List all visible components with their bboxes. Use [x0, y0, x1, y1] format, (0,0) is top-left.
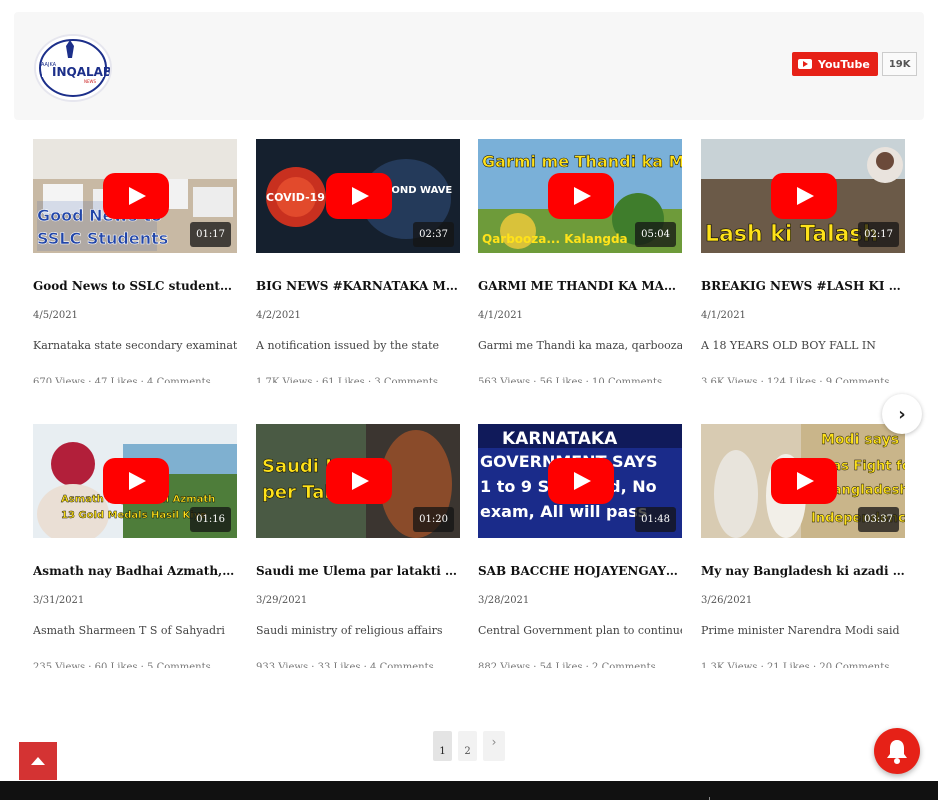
video-card[interactable]: Saudi Ulma per Talwar 01:20 Saudi me Ule…	[256, 424, 460, 684]
svg-text:exam, All will pass: exam, All will pass	[480, 502, 647, 521]
pagination: 1 2 ›	[433, 731, 505, 761]
video-card[interactable]: Modi says I was Fight for Bangladesh Ind…	[701, 424, 905, 684]
video-date: 4/2/2021	[256, 310, 301, 321]
page-1-button[interactable]: 1	[433, 731, 452, 761]
svg-text:NEWS: NEWS	[84, 79, 96, 84]
video-card[interactable]: COVID-19 SECOND WAVE 02:37 BIG NEWS #KAR…	[256, 139, 460, 399]
scroll-to-top-button[interactable]	[19, 742, 57, 780]
video-title[interactable]: Asmath nay Badhai Azmath, H…	[33, 564, 237, 578]
svg-text:KARNATAKA: KARNATAKA	[502, 429, 618, 449]
youtube-icon	[798, 59, 812, 69]
video-date: 4/1/2021	[478, 310, 523, 321]
video-title[interactable]: BIG NEWS #KARNATAKA M…	[256, 279, 460, 293]
notification-bell-button[interactable]	[874, 728, 920, 774]
video-thumbnail[interactable]: Asmath nay badhai Azmath 13 Gold Medals …	[33, 424, 237, 538]
video-description: Garmi me Thandi ka maza, qarbooza	[478, 339, 682, 352]
video-stats: 882 Views · 54 Likes · 2 Comments	[478, 662, 656, 668]
video-stats: 3.6K Views · 124 Likes · 9 Comments	[701, 377, 890, 383]
video-thumbnail[interactable]: Garmi me Thandi ka Maza Qarbooza... Kala…	[478, 139, 682, 253]
play-icon[interactable]	[326, 458, 392, 504]
video-card[interactable]: Garmi me Thandi ka Maza Qarbooza... Kala…	[478, 139, 682, 399]
video-card[interactable]: Lash ki Talash 02:17 BREAKIG NEWS #LASH …	[701, 139, 905, 399]
page-footer	[0, 781, 938, 800]
video-title[interactable]: SAB BACCHE HOJAYENGAY…	[478, 564, 682, 578]
video-stats: 235 Views · 60 Likes · 5 Comments	[33, 662, 211, 668]
video-date: 4/5/2021	[33, 310, 78, 321]
svg-text:SSLC Students: SSLC Students	[37, 229, 168, 248]
video-thumbnail[interactable]: KARNATAKA GOVERNMENT SAYS 1 to 9 Standar…	[478, 424, 682, 538]
video-description: Prime minister Narendra Modi said	[701, 624, 900, 637]
video-stats: 670 Views · 47 Likes · 4 Comments	[33, 377, 211, 383]
video-date: 3/28/2021	[478, 595, 530, 606]
video-thumbnail[interactable]: Lash ki Talash 02:17	[701, 139, 905, 253]
video-stats: 563 Views · 56 Likes · 10 Comments	[478, 377, 663, 383]
video-duration: 01:16	[190, 507, 231, 532]
video-title[interactable]: My nay Bangladesh ki azadi m…	[701, 564, 905, 578]
logo-text: INQALAB	[52, 65, 110, 79]
video-date: 3/26/2021	[701, 595, 753, 606]
video-date: 3/29/2021	[256, 595, 308, 606]
video-stats: 1.3K Views · 21 Likes · 20 Comments	[701, 662, 890, 668]
video-title[interactable]: BREAKIG NEWS #LASH KI T…	[701, 279, 905, 293]
channel-header: AAJKA INQALAB NEWS YouTube 19K	[14, 12, 924, 120]
svg-text:Modi says: Modi says	[821, 432, 899, 448]
video-date: 3/31/2021	[33, 595, 85, 606]
play-icon[interactable]	[103, 173, 169, 219]
video-description: Saudi ministry of religious affairs	[256, 624, 443, 637]
video-stats: 933 Views · 33 Likes · 4 Comments	[256, 662, 434, 668]
video-duration: 02:17	[858, 222, 899, 247]
video-duration: 02:37	[413, 222, 454, 247]
youtube-label: YouTube	[818, 57, 870, 71]
video-duration: 01:17	[190, 222, 231, 247]
bell-icon	[887, 740, 907, 764]
video-card[interactable]: KARNATAKA GOVERNMENT SAYS 1 to 9 Standar…	[478, 424, 682, 684]
video-card[interactable]: Good News to SSLC Students 01:17 Good Ne…	[33, 139, 237, 399]
svg-text:COVID-19: COVID-19	[266, 191, 325, 204]
video-date: 4/1/2021	[701, 310, 746, 321]
play-icon[interactable]	[103, 458, 169, 504]
video-thumbnail[interactable]: COVID-19 SECOND WAVE 02:37	[256, 139, 460, 253]
video-description: A 18 YEARS OLD BOY FALL IN	[701, 339, 876, 352]
video-title[interactable]: Saudi me Ulema par latakti Tal…	[256, 564, 460, 578]
video-thumbnail[interactable]: Modi says I was Fight for Bangladesh Ind…	[701, 424, 905, 538]
subscriber-count: 19K	[881, 52, 918, 76]
video-card[interactable]: Asmath nay badhai Azmath 13 Gold Medals …	[33, 424, 237, 684]
page-2-button[interactable]: 2	[458, 731, 477, 761]
next-page-button[interactable]: ›	[483, 731, 505, 761]
youtube-subscribe-button[interactable]: YouTube	[792, 52, 878, 76]
video-title[interactable]: GARMI ME THANDI KA MA…	[478, 279, 682, 293]
video-thumbnail[interactable]: Saudi Ulma per Talwar 01:20	[256, 424, 460, 538]
play-icon[interactable]	[771, 173, 837, 219]
video-duration: 05:04	[635, 222, 676, 247]
video-duration: 03:37	[858, 507, 899, 532]
video-description: Asmath Sharmeen T S of Sahyadri	[33, 624, 225, 637]
video-duration: 01:20	[413, 507, 454, 532]
video-thumbnail[interactable]: Good News to SSLC Students 01:17	[33, 139, 237, 253]
play-icon[interactable]	[771, 458, 837, 504]
youtube-subscribe[interactable]: YouTube 19K	[792, 52, 918, 76]
svg-text:Qarbooza... Kalangda: Qarbooza... Kalangda	[482, 232, 628, 246]
svg-text:Lash ki Talash: Lash ki Talash	[705, 222, 878, 247]
play-icon[interactable]	[548, 173, 614, 219]
video-description: A notification issued by the state	[256, 339, 440, 352]
channel-logo[interactable]: AAJKA INQALAB NEWS	[34, 34, 112, 102]
video-description: Central Government plan to continue	[478, 624, 682, 637]
svg-text:Garmi me Thandi ka Maza: Garmi me Thandi ka Maza	[482, 152, 682, 171]
video-duration: 01:48	[635, 507, 676, 532]
play-icon[interactable]	[326, 173, 392, 219]
video-description: Karnataka state secondary examination	[33, 339, 237, 352]
video-title[interactable]: Good News to SSLC students #…	[33, 279, 237, 293]
play-icon[interactable]	[548, 458, 614, 504]
carousel-next-button[interactable]: ›	[882, 394, 922, 434]
svg-text:13 Gold Medals Hasil Kiye: 13 Gold Medals Hasil Kiye	[61, 510, 207, 521]
video-stats: 1.7K Views · 61 Likes · 3 Comments	[256, 377, 439, 383]
